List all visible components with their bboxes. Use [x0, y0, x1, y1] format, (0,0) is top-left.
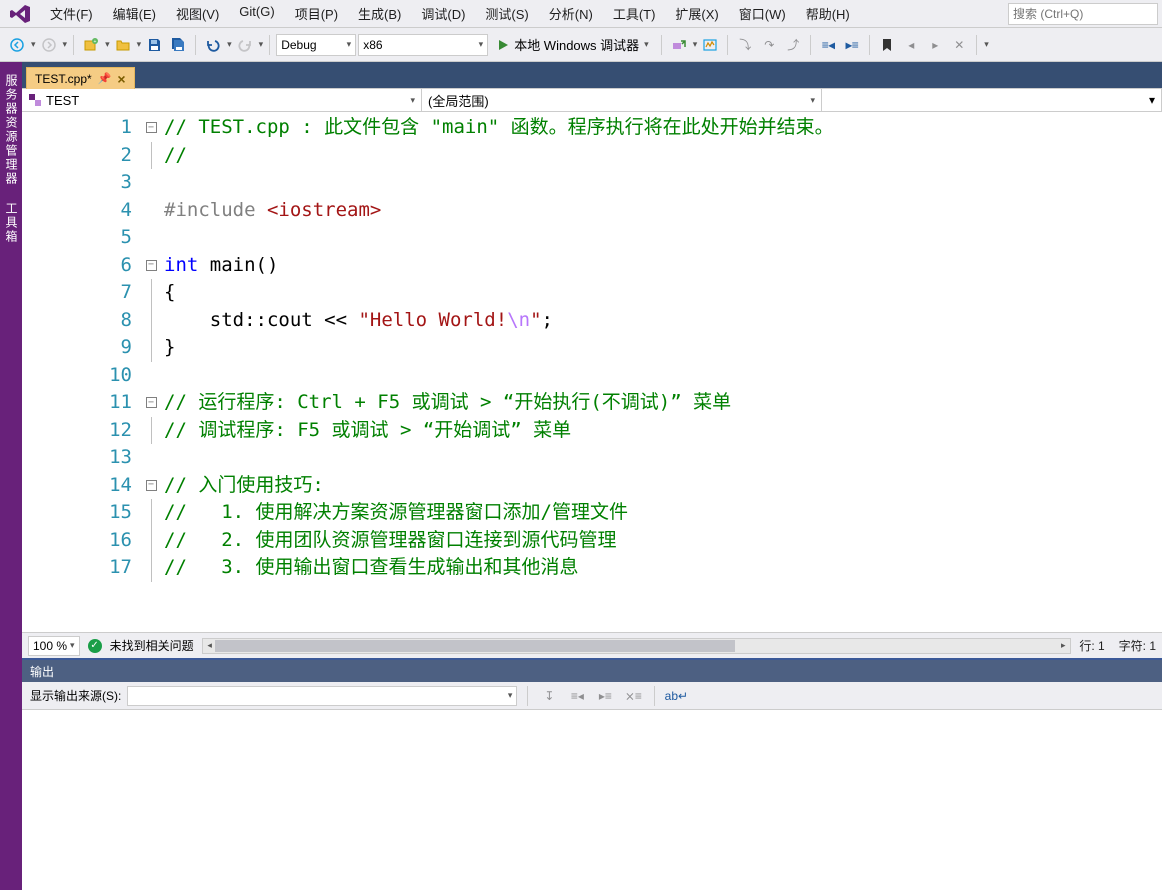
menu-4[interactable]: 项目(P) [285, 0, 348, 27]
editor-status-strip: 100 %▾ ✓ 未找到相关问题 ◂ ▸ 行: 1 字符: 1 [22, 632, 1162, 658]
output-prev-icon[interactable]: ≡◂ [566, 685, 588, 707]
nav-scope-project[interactable]: TEST▾ [22, 89, 422, 111]
menu-5[interactable]: 生成(B) [348, 0, 411, 27]
outlining-margin[interactable]: −−−− [142, 112, 160, 632]
main-area: 服务器资源管理器 工具箱 TEST.cpp* 📌 × TEST▾ (全局范围)▾… [0, 62, 1162, 890]
menu-0[interactable]: 文件(F) [40, 0, 103, 27]
indent-less-icon[interactable]: ≡◂ [817, 34, 839, 56]
step-out-icon[interactable]: ⤴ [782, 34, 804, 56]
side-tool-tabs: 服务器资源管理器 工具箱 [0, 62, 22, 890]
output-wrap-icon[interactable]: ab↵ [665, 685, 687, 707]
menu-6[interactable]: 调试(D) [411, 0, 475, 27]
issues-label: 未找到相关问题 [110, 637, 194, 654]
solution-config-dropdown[interactable]: Debug▾ [276, 34, 356, 56]
code-editor[interactable]: 1234567891011121314151617 −−−− // TEST.c… [22, 112, 1162, 632]
new-project-button[interactable]: + [80, 34, 102, 56]
clear-bookmarks-icon[interactable]: ✕ [948, 34, 970, 56]
diagnostics-button[interactable] [699, 34, 721, 56]
output-next-icon[interactable]: ▸≡ [594, 685, 616, 707]
undo-button[interactable] [202, 34, 224, 56]
quick-search-input[interactable] [1013, 7, 1153, 21]
menu-9[interactable]: 工具(T) [603, 0, 666, 27]
nav-scope-member[interactable]: ▾ [822, 89, 1162, 111]
document-tab-strip: TEST.cpp* 📌 × [22, 62, 1162, 88]
step-over-icon[interactable]: ↷ [758, 34, 780, 56]
vs-logo-icon [8, 2, 32, 26]
menu-11[interactable]: 窗口(W) [729, 0, 796, 27]
output-panel: 输出 显示输出来源(S): ▾ ↧ ≡◂ ▸≡ ⨯≡ ab↵ [22, 658, 1162, 890]
menu-1[interactable]: 编辑(E) [103, 0, 166, 27]
code-text-area[interactable]: // TEST.cpp : 此文件包含 "main" 函数。程序执行将在此处开始… [160, 112, 1162, 632]
pin-icon[interactable]: 📌 [98, 72, 112, 85]
horizontal-scrollbar[interactable]: ◂ ▸ [202, 638, 1072, 654]
file-tab-label: TEST.cpp* [35, 72, 92, 86]
editor-area: TEST.cpp* 📌 × TEST▾ (全局范围)▾ ▾ 1234567891… [22, 62, 1162, 890]
caret-col-label: 字符: 1 [1119, 637, 1156, 654]
toolbox-tab[interactable]: 工具箱 [0, 194, 22, 252]
save-all-button[interactable] [167, 34, 189, 56]
bookmark-icon[interactable] [876, 34, 898, 56]
standard-toolbar: ▾ ▾ +▾ ▾ ▾ ▾ Debug▾ x86▾ 本地 Windows 调试器 … [0, 28, 1162, 62]
menu-10[interactable]: 扩展(X) [665, 0, 728, 27]
forward-button[interactable] [38, 34, 60, 56]
back-button[interactable] [6, 34, 28, 56]
ok-check-icon: ✓ [88, 639, 102, 653]
menu-bar: 文件(F)编辑(E)视图(V)Git(G)项目(P)生成(B)调试(D)测试(S… [0, 0, 1162, 28]
next-bookmark-icon[interactable]: ▸ [924, 34, 946, 56]
navigation-bar: TEST▾ (全局范围)▾ ▾ [22, 88, 1162, 112]
scrollbar-thumb[interactable] [215, 640, 736, 652]
indent-more-icon[interactable]: ▸≡ [841, 34, 863, 56]
line-number-gutter: 1234567891011121314151617 [22, 112, 142, 632]
menu-8[interactable]: 分析(N) [539, 0, 603, 27]
step-into-icon[interactable]: ⤵ [734, 34, 756, 56]
menu-7[interactable]: 测试(S) [475, 0, 538, 27]
save-button[interactable] [143, 34, 165, 56]
svg-text:+: + [94, 39, 97, 45]
attach-button[interactable] [668, 34, 690, 56]
close-icon[interactable]: × [117, 71, 125, 87]
output-goto-icon[interactable]: ↧ [538, 685, 560, 707]
output-toolbar: 显示输出来源(S): ▾ ↧ ≡◂ ▸≡ ⨯≡ ab↵ [22, 682, 1162, 710]
redo-button[interactable] [234, 34, 256, 56]
file-tab-test-cpp[interactable]: TEST.cpp* 📌 × [26, 67, 135, 89]
output-panel-title[interactable]: 输出 [22, 660, 1162, 682]
start-debugging-button[interactable]: 本地 Windows 调试器 ▾ [490, 34, 655, 56]
menu-3[interactable]: Git(G) [229, 0, 284, 27]
output-source-dropdown[interactable]: ▾ [127, 686, 517, 706]
open-file-button[interactable] [112, 34, 134, 56]
quick-search[interactable] [1008, 3, 1158, 25]
nav-scope-global[interactable]: (全局范围)▾ [422, 89, 822, 111]
scroll-right-icon[interactable]: ▸ [1056, 639, 1070, 653]
menu-2[interactable]: 视图(V) [166, 0, 229, 27]
solution-platform-dropdown[interactable]: x86▾ [358, 34, 488, 56]
caret-line-label: 行: 1 [1079, 637, 1104, 654]
menu-12[interactable]: 帮助(H) [796, 0, 860, 27]
server-explorer-tab[interactable]: 服务器资源管理器 [0, 66, 22, 194]
prev-bookmark-icon[interactable]: ◂ [900, 34, 922, 56]
output-clear-icon[interactable]: ⨯≡ [622, 685, 644, 707]
zoom-dropdown[interactable]: 100 %▾ [28, 636, 80, 656]
output-source-label: 显示输出来源(S): [30, 687, 121, 704]
output-text-area[interactable] [22, 710, 1162, 890]
